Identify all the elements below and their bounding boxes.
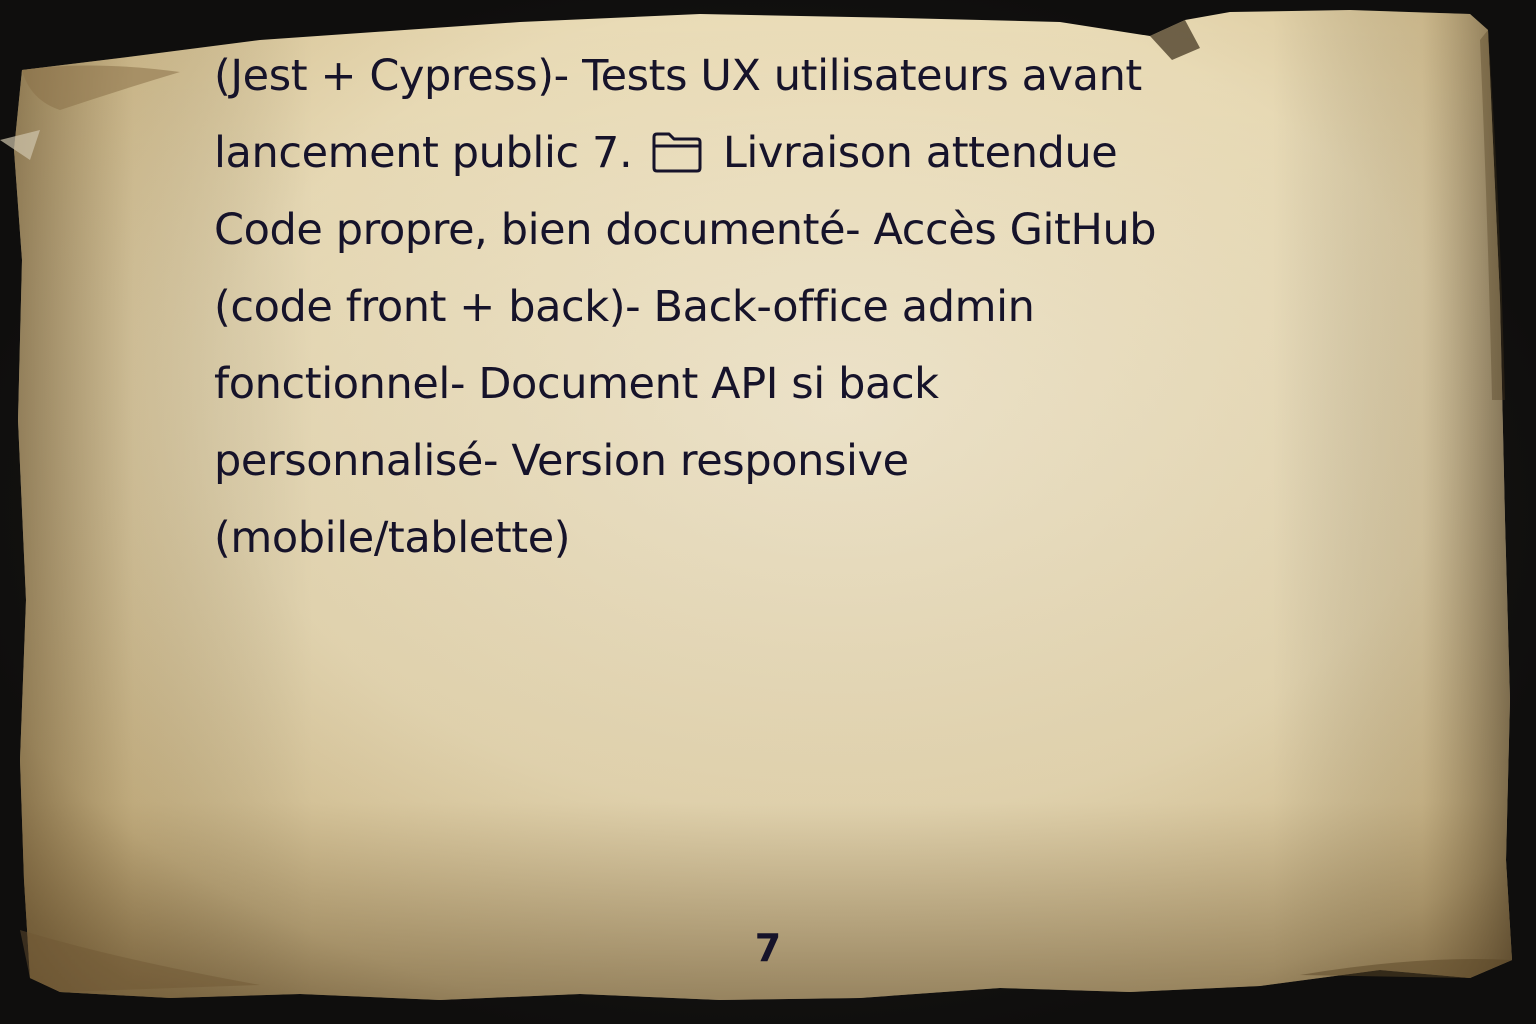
text-line-2: lancement public 7. bbox=[214, 128, 633, 178]
folder-icon bbox=[652, 132, 702, 173]
text-line-7: (mobile/tablette) bbox=[214, 513, 571, 563]
text-line-6: personnalisé- Version responsive bbox=[214, 436, 909, 486]
text-line-3: Code propre, bien documenté- Accès GitHu… bbox=[214, 205, 1157, 255]
document-text: (Jest + Cypress)- Tests UX utilisateurs … bbox=[214, 38, 1274, 577]
parchment-scene: (Jest + Cypress)- Tests UX utilisateurs … bbox=[0, 0, 1536, 1024]
text-line-4: (code front + back)- Back-office admin bbox=[214, 282, 1035, 332]
page-number: 7 bbox=[754, 926, 782, 970]
text-line-5: fonctionnel- Document API si back bbox=[214, 359, 939, 409]
text-line-2-heading: Livraison attendue bbox=[722, 128, 1118, 178]
text-line-1: (Jest + Cypress)- Tests UX utilisateurs … bbox=[214, 51, 1142, 101]
